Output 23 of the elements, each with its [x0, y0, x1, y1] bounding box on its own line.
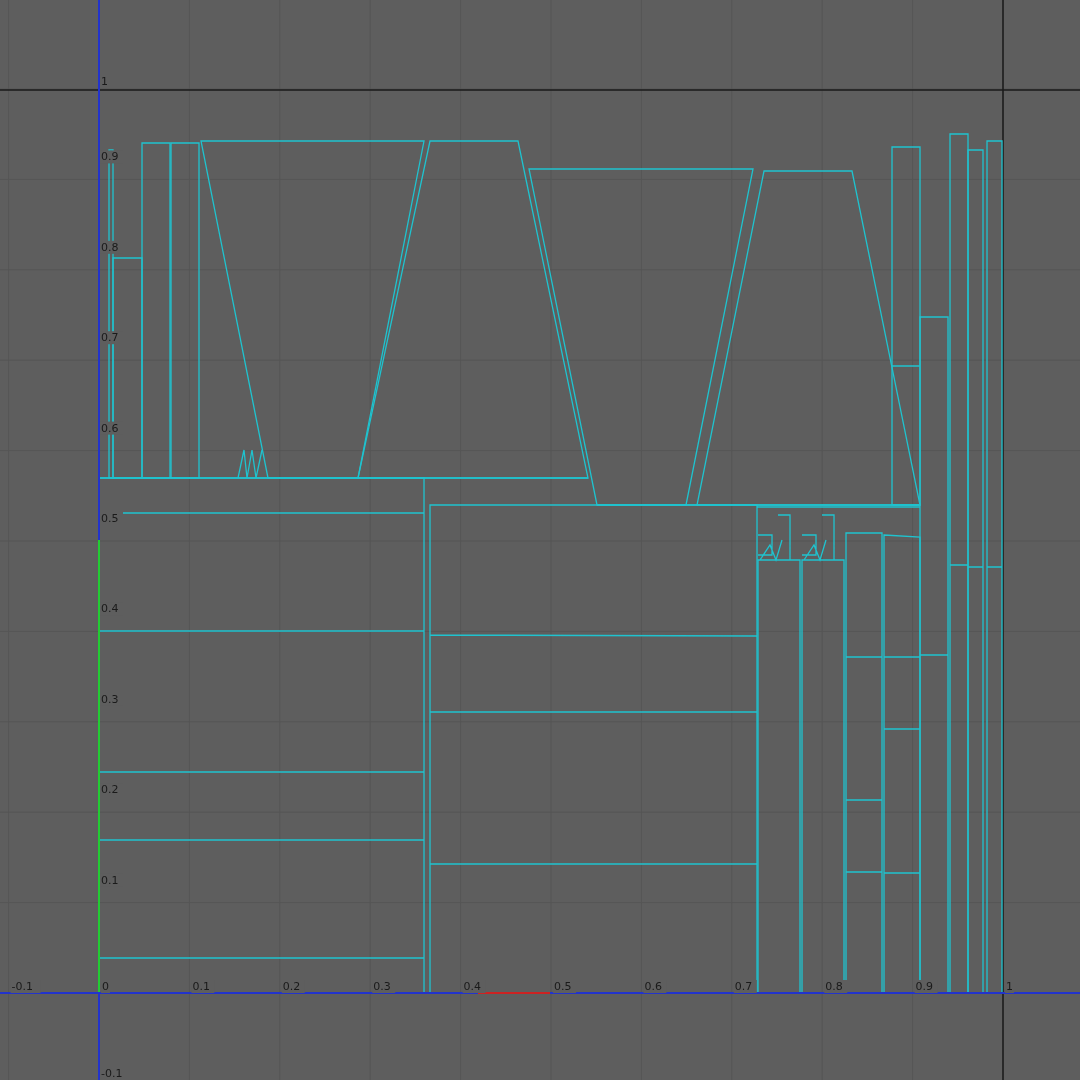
axis-label: 0	[102, 980, 109, 993]
axis-label: 0.7	[734, 980, 753, 993]
axis-label: 0.1	[192, 980, 210, 993]
axis-label: 0.2	[101, 783, 119, 797]
axis-label: 0.5	[101, 512, 119, 525]
axis-label: 0.4	[463, 980, 482, 993]
axis-label: 0.7	[101, 331, 119, 345]
axis-label: 0.8	[101, 240, 119, 254]
axis-label: 0.1	[101, 873, 119, 887]
axis-label: 0.5	[554, 980, 572, 993]
axis-label: 0.9	[101, 150, 119, 164]
axis-label: 0.2	[282, 980, 301, 993]
axis-label: 0.3	[101, 692, 119, 706]
axis-label: 0.6	[101, 421, 119, 435]
axis-label: 0.9	[915, 980, 934, 993]
axis-label: 0.6	[644, 980, 662, 993]
axis-label: 0.4	[101, 602, 119, 616]
axis-label: 0.3	[373, 980, 391, 993]
axis-label: 0.8	[825, 980, 843, 993]
axis-label: -0.1	[101, 1067, 123, 1080]
axis-label: -0.1	[11, 980, 34, 993]
axis-label: 1	[101, 75, 108, 88]
axis-label: 1	[1006, 980, 1013, 993]
